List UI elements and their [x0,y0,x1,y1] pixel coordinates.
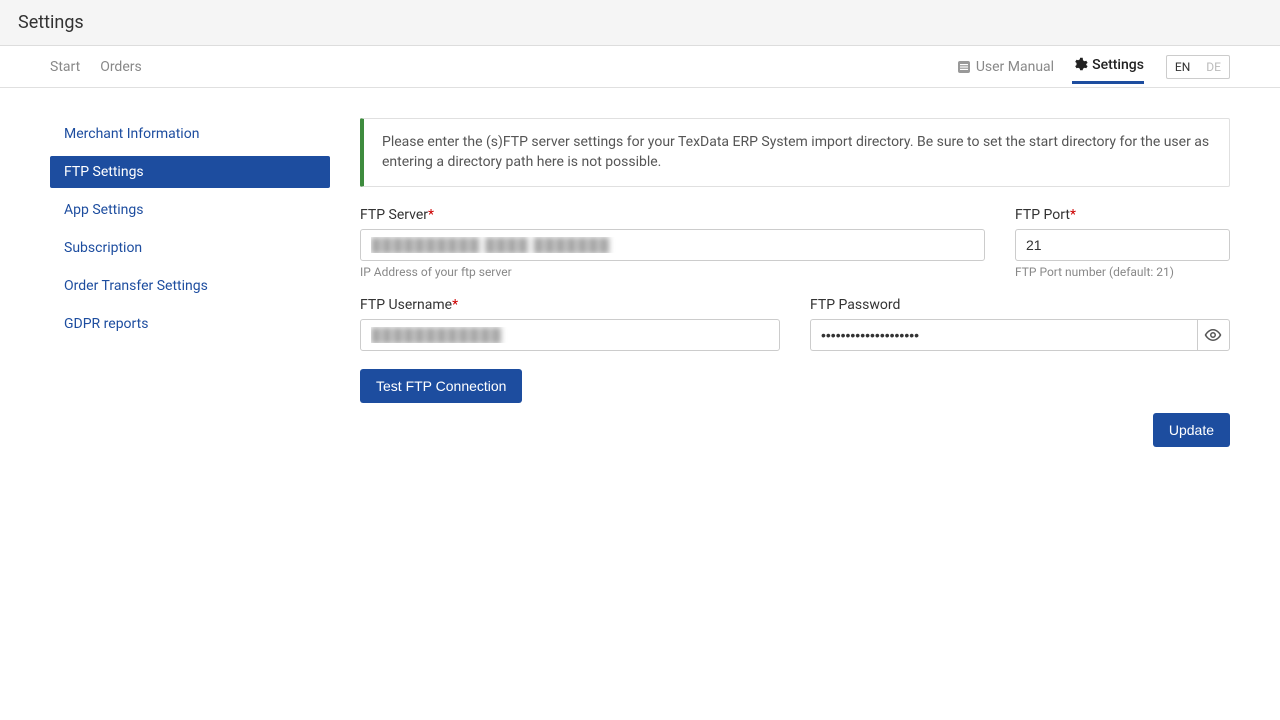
ftp-username-input[interactable] [360,319,780,351]
sidebar-item-subscription[interactable]: Subscription [50,232,330,264]
ftp-username-label: FTP Username* [360,297,780,313]
ftp-port-input[interactable] [1015,229,1230,261]
nav-user-manual[interactable]: User Manual [956,51,1054,83]
ftp-server-input[interactable] [360,229,985,261]
main-content: Please enter the (s)FTP server settings … [360,118,1230,447]
ftp-password-label: FTP Password [810,297,1230,313]
ftp-password-input[interactable] [810,319,1197,351]
sidebar: Merchant Information FTP Settings App Se… [50,118,330,447]
sidebar-item-order-transfer-settings[interactable]: Order Transfer Settings [50,270,330,302]
nav-start[interactable]: Start [50,59,80,75]
test-ftp-connection-button[interactable]: Test FTP Connection [360,369,522,403]
sidebar-item-gdpr-reports[interactable]: GDPR reports [50,308,330,340]
gear-icon [1072,57,1088,73]
lang-en[interactable]: EN [1167,56,1198,78]
toggle-password-visibility-button[interactable] [1197,319,1230,351]
ftp-server-label: FTP Server* [360,207,985,223]
navbar: Start Orders User Manual Settings EN DE [0,46,1280,88]
ftp-port-label: FTP Port* [1015,207,1230,223]
topbar: Settings [0,0,1280,46]
nav-settings-label: Settings [1092,57,1144,73]
sidebar-item-app-settings[interactable]: App Settings [50,194,330,226]
lang-de[interactable]: DE [1198,56,1229,78]
eye-icon [1204,326,1222,344]
sidebar-item-ftp-settings[interactable]: FTP Settings [50,156,330,188]
info-banner: Please enter the (s)FTP server settings … [360,118,1230,187]
sidebar-item-merchant-information[interactable]: Merchant Information [50,118,330,150]
update-button[interactable]: Update [1153,413,1230,447]
page-title: Settings [18,12,1262,33]
nav-user-manual-label: User Manual [976,59,1054,75]
ftp-server-helper: IP Address of your ftp server [360,265,985,279]
ftp-port-helper: FTP Port number (default: 21) [1015,265,1230,279]
nav-orders[interactable]: Orders [100,59,142,75]
language-switch: EN DE [1166,55,1230,79]
manual-icon [956,59,972,75]
nav-settings[interactable]: Settings [1072,49,1144,84]
